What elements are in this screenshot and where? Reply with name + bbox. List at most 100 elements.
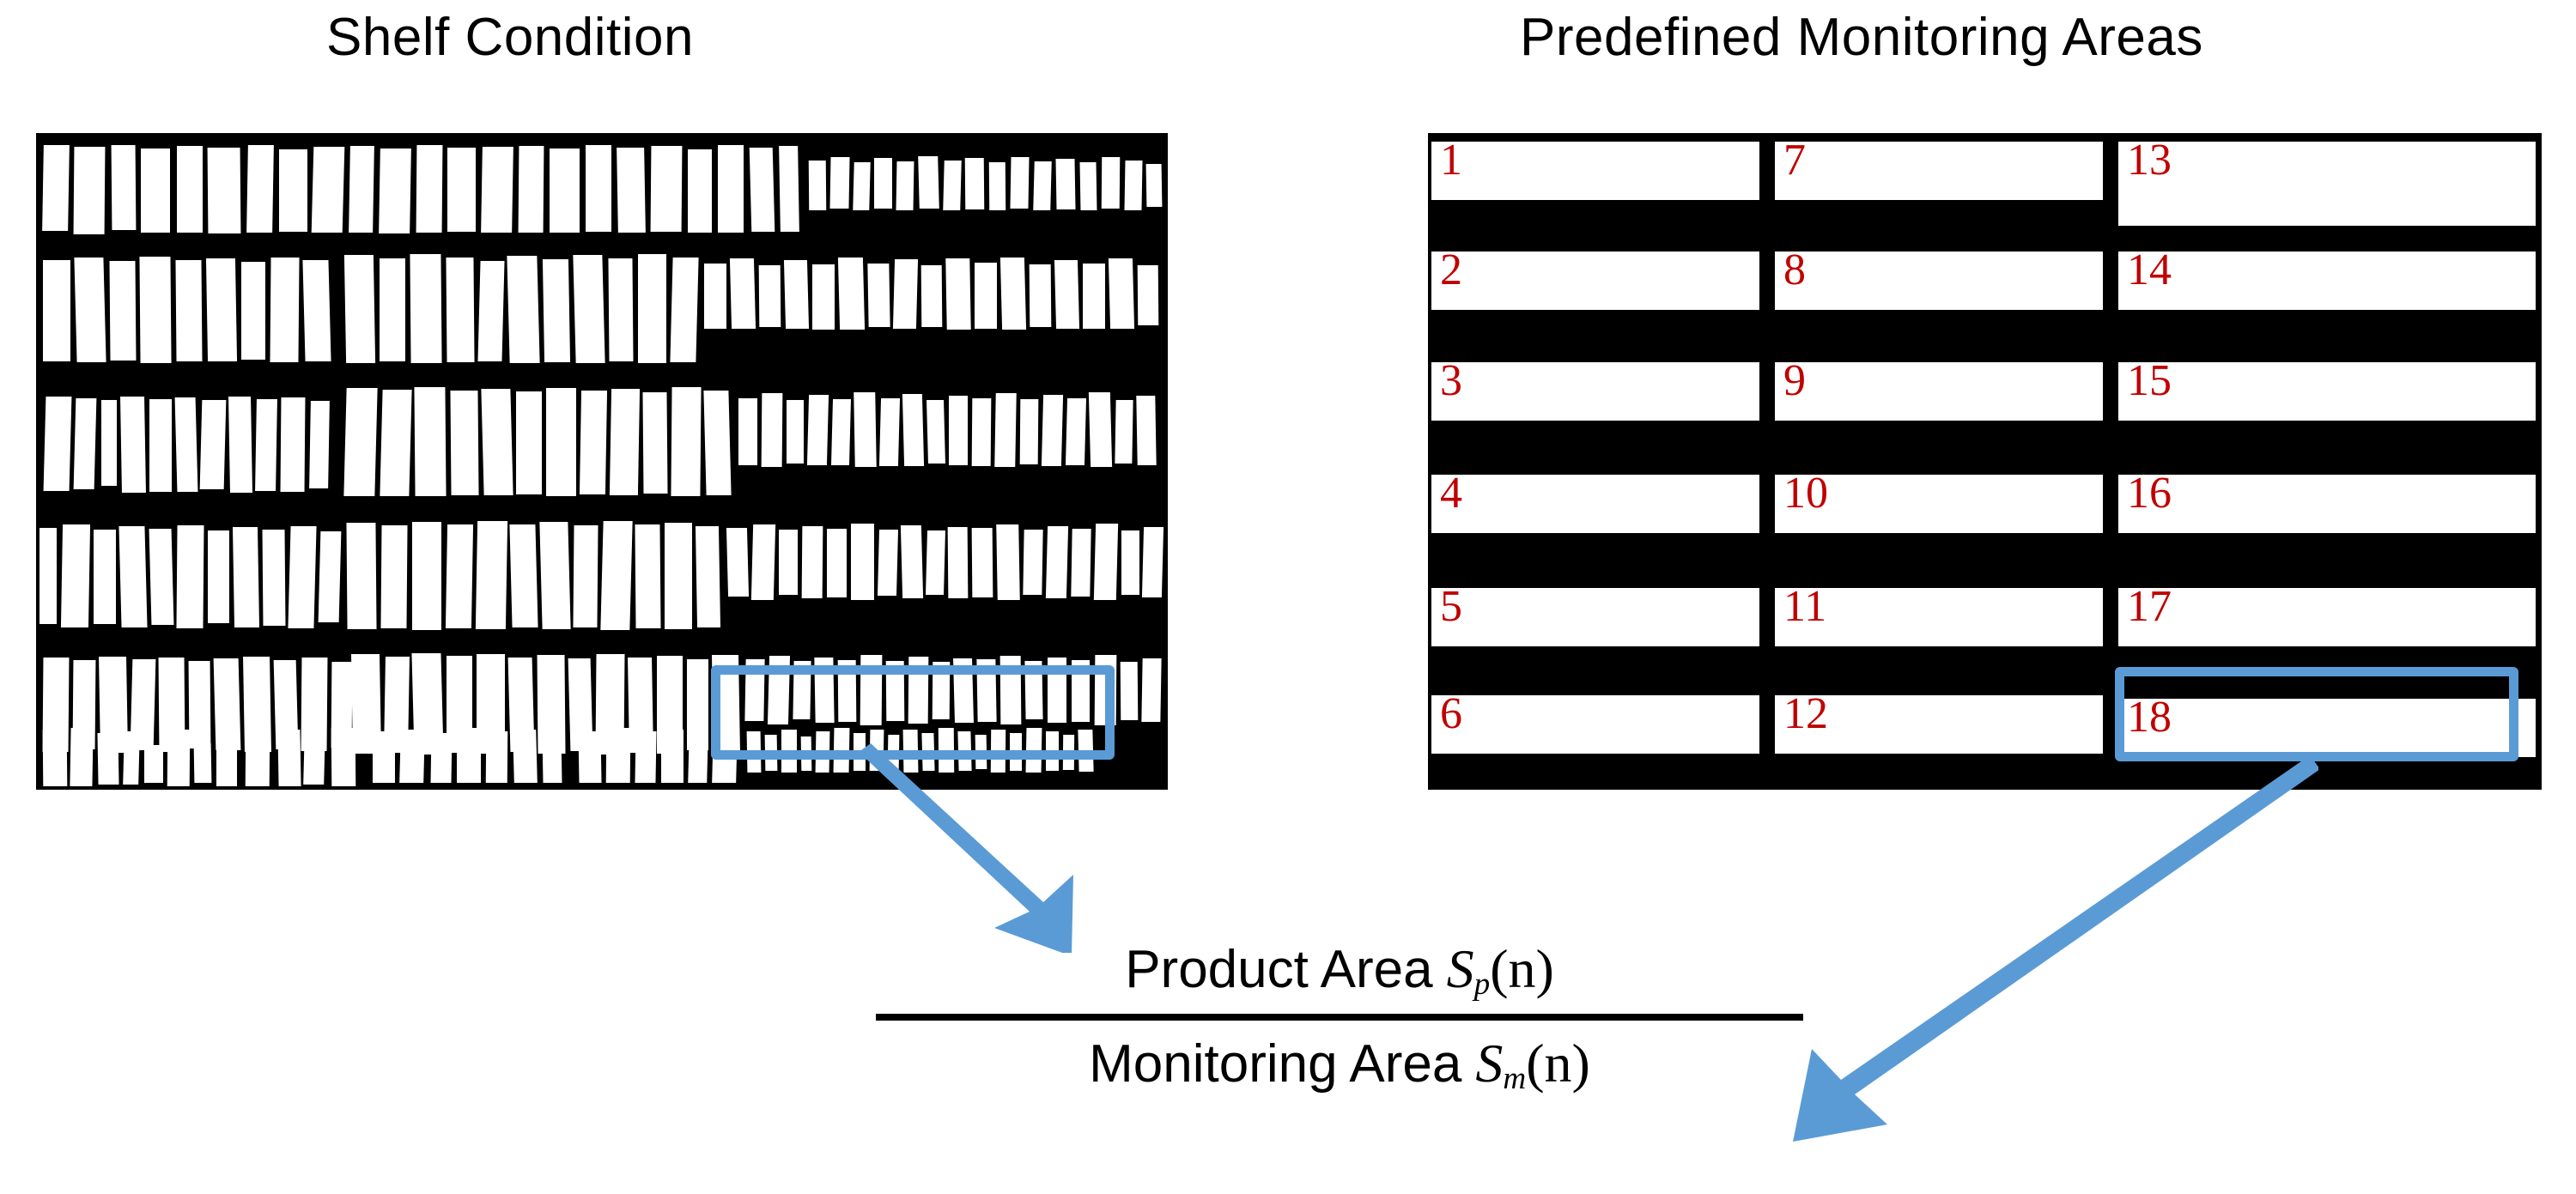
- product-blob: [927, 400, 945, 464]
- monitoring-area-cell-3[interactable]: 3: [1431, 359, 1759, 421]
- product-blob: [228, 397, 252, 493]
- product-blob: [118, 526, 148, 627]
- product-blob: [1136, 396, 1157, 465]
- product-blob: [245, 728, 270, 786]
- product-blob: [513, 730, 538, 783]
- product-blob: [101, 400, 117, 486]
- product-blob: [539, 522, 571, 629]
- product-blob: [1010, 157, 1030, 209]
- product-blob: [450, 391, 479, 495]
- product-blob: [346, 523, 377, 629]
- product-blob: [994, 393, 1017, 467]
- product-blob: [149, 399, 172, 492]
- product-blob: [97, 733, 119, 785]
- product-blob: [900, 525, 924, 598]
- monitoring-area-cell-10[interactable]: 10: [1775, 471, 2103, 533]
- product-blob: [665, 523, 692, 629]
- product-blob: [1041, 395, 1064, 466]
- monitoring-area-cell-4[interactable]: 4: [1431, 471, 1759, 533]
- monitoring-area-cell-2[interactable]: 2: [1431, 248, 1759, 310]
- monitoring-area-cell-13[interactable]: 13: [2118, 138, 2536, 226]
- product-blob: [1137, 265, 1159, 325]
- product-blob: [586, 145, 611, 232]
- highlight-box-shelf-region: [711, 665, 1115, 760]
- monitoring-area-cell-14[interactable]: 14: [2118, 248, 2536, 310]
- product-blob: [507, 256, 540, 363]
- product-blob: [379, 148, 411, 233]
- product-blob: [70, 728, 94, 786]
- product-blob: [812, 264, 835, 330]
- product-blob: [609, 389, 641, 495]
- monitoring-area-label: 12: [1783, 689, 1828, 738]
- product-blob: [193, 743, 212, 783]
- product-blob: [446, 258, 475, 362]
- product-blob: [996, 524, 1020, 600]
- product-blob: [605, 728, 631, 783]
- product-blob: [608, 258, 634, 361]
- monitoring-area-label: 9: [1783, 356, 1806, 405]
- product-blob: [60, 524, 91, 627]
- product-blob: [550, 148, 580, 233]
- monitoring-area-cell-16[interactable]: 16: [2118, 471, 2536, 533]
- monitoring-area-cell-5[interactable]: 5: [1431, 585, 1759, 646]
- product-blob: [1083, 264, 1105, 329]
- product-blob: [457, 728, 481, 783]
- monitoring-area-cell-11[interactable]: 11: [1775, 585, 2103, 646]
- product-blob: [475, 521, 508, 629]
- product-blob: [650, 146, 683, 232]
- product-blob: [270, 258, 300, 362]
- product-blob: [703, 391, 732, 495]
- product-blob: [617, 148, 646, 233]
- monitoring-area-cell-15[interactable]: 15: [2118, 359, 2536, 421]
- monitoring-area-cell-9[interactable]: 9: [1775, 356, 2103, 421]
- product-blob: [232, 527, 260, 627]
- monitoring-area-cell-1[interactable]: 1: [1431, 138, 1759, 200]
- shelf-row: [36, 386, 1168, 502]
- product-blob: [43, 260, 70, 361]
- monitoring-area-cell-17[interactable]: 17: [2118, 585, 2536, 646]
- monitoring-area-label: 6: [1440, 689, 1462, 738]
- product-blob: [414, 387, 447, 496]
- monitoring-area-cell-8[interactable]: 8: [1775, 248, 2103, 310]
- monitoring-area-label: 13: [2127, 136, 2172, 185]
- product-blob: [718, 145, 744, 233]
- formula-denominator-symbol: Sm(n): [1475, 1033, 1590, 1097]
- product-blob: [481, 147, 513, 233]
- product-blob: [837, 258, 866, 330]
- product-blob: [349, 146, 374, 233]
- product-blob: [671, 387, 702, 496]
- product-blob: [878, 398, 901, 466]
- monitoring-area-cell-12[interactable]: 12: [1775, 689, 2103, 754]
- shelf-row: [36, 519, 1168, 635]
- product-blob: [380, 258, 405, 361]
- product-blob: [945, 258, 971, 330]
- product-blob: [874, 158, 892, 209]
- product-blob: [761, 393, 783, 467]
- product-blob: [373, 731, 395, 783]
- product-blob: [311, 147, 345, 233]
- product-blob: [918, 156, 939, 209]
- product-blob: [509, 524, 538, 627]
- monitoring-area-label: 7: [1783, 136, 1806, 185]
- product-blob: [1088, 392, 1113, 467]
- shelf-row: [36, 145, 1168, 235]
- fraction-bar: [876, 1014, 1803, 1021]
- monitoring-area-label: 16: [2127, 469, 2172, 518]
- product-blob: [642, 392, 668, 494]
- product-blob: [176, 525, 204, 628]
- product-blob: [208, 530, 229, 623]
- product-blob: [975, 263, 997, 329]
- product-blob: [144, 745, 163, 783]
- product-blob: [477, 261, 505, 361]
- product-blob: [573, 255, 605, 363]
- product-blob: [1029, 264, 1052, 327]
- product-blob: [779, 530, 798, 595]
- product-blob: [573, 525, 598, 627]
- product-blob: [412, 522, 441, 630]
- monitoring-area-cell-6[interactable]: 6: [1431, 689, 1759, 754]
- product-blob: [485, 731, 508, 783]
- product-blob: [246, 145, 274, 233]
- product-blob: [579, 391, 608, 494]
- monitoring-area-cell-7[interactable]: 7: [1775, 138, 2103, 200]
- product-blob: [738, 398, 757, 465]
